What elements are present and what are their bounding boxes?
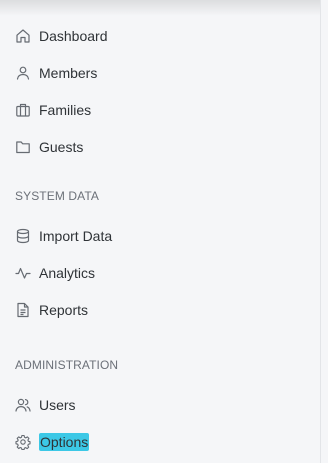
user-icon: [15, 65, 31, 81]
sidebar-nav: Dashboard Members Families Guests SYSTEM…: [0, 17, 320, 460]
home-icon: [15, 28, 31, 44]
database-icon: [15, 228, 31, 244]
sidebar-border: [320, 0, 321, 463]
users-icon: [15, 397, 31, 413]
folder-icon: [15, 139, 31, 155]
sidebar-item-label: Guests: [39, 138, 84, 155]
sidebar-item-reports[interactable]: Reports: [0, 291, 320, 328]
sidebar-item-label: Dashboard: [39, 27, 108, 44]
activity-icon: [15, 265, 31, 281]
sidebar-item-users[interactable]: Users: [0, 386, 320, 423]
sidebar-item-label: Import Data: [39, 227, 113, 244]
section-title-system-data: SYSTEM DATA: [15, 189, 99, 203]
sidebar-item-options[interactable]: Options: [0, 423, 320, 460]
sidebar-item-label: Analytics: [39, 264, 96, 281]
briefcase-icon: [15, 102, 31, 118]
sidebar-item-label: Users: [39, 396, 76, 413]
gear-icon: [15, 434, 31, 450]
document-icon: [15, 302, 31, 318]
sidebar-item-families[interactable]: Families: [0, 91, 320, 128]
sidebar-item-label: Reports: [39, 301, 89, 318]
sidebar-item-label: Families: [39, 101, 92, 118]
sidebar-item-dashboard[interactable]: Dashboard: [0, 17, 320, 54]
sidebar-item-label: Members: [39, 64, 98, 81]
sidebar-item-import-data[interactable]: Import Data: [0, 217, 320, 254]
sidebar-item-members[interactable]: Members: [0, 54, 320, 91]
section-title-administration: ADMINISTRATION: [15, 358, 119, 372]
header-shadow: [0, 0, 320, 16]
sidebar-item-guests[interactable]: Guests: [0, 128, 320, 165]
sidebar-item-label: Options: [39, 432, 90, 451]
sidebar-item-analytics[interactable]: Analytics: [0, 254, 320, 291]
